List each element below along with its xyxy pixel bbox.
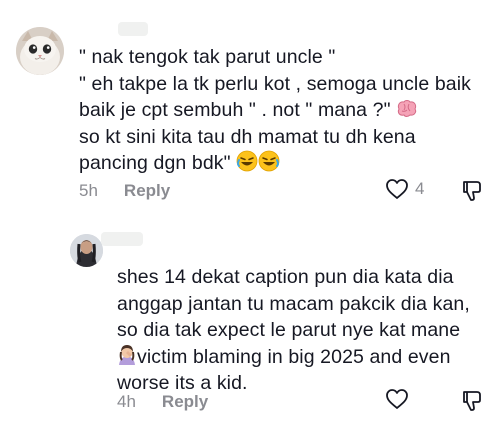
- comment-line: so kt sini kita tau dh mamat tu dh kena: [79, 125, 416, 148]
- laughing-emoji-icon: [236, 150, 258, 172]
- comment-text: " nak tengok tak parut uncle " " eh takp…: [79, 44, 471, 177]
- comment-meta: 4h Reply: [117, 392, 208, 412]
- like-count: 4: [415, 179, 425, 198]
- comment-line: victim blaming in big 2025 and even: [137, 345, 451, 368]
- comment-line-with-emoji: baik je cpt sembuh " . not " mana ?": [79, 97, 471, 124]
- user-avatar-icon: [70, 234, 103, 267]
- comment-line: " eh takpe la tk perlu kot , semoga uncl…: [79, 72, 471, 95]
- comment-line: shes 14 dekat caption pun dia kata dia: [117, 266, 454, 288]
- comment-text: shes 14 dekat caption pun dia kata dia a…: [117, 264, 470, 397]
- comment-line-with-emoji: pancing dgn bdk": [79, 150, 471, 177]
- like-button[interactable]: 4: [385, 178, 424, 200]
- comment-2: shes 14 dekat caption pun dia kata dia a…: [0, 210, 500, 424]
- brain-emoji-icon: [398, 100, 417, 117]
- thumbs-down-icon: [463, 181, 481, 201]
- reply-button[interactable]: Reply: [162, 392, 208, 412]
- woman-facepalming-emoji-icon: [119, 344, 135, 365]
- reply-button[interactable]: Reply: [124, 181, 170, 201]
- laughing-emoji-icon: [258, 150, 280, 172]
- dislike-button[interactable]: [459, 179, 483, 208]
- comment-line: so dia tak expect le parut nye kat mane: [117, 319, 461, 341]
- thumbs-down-icon: [463, 391, 481, 411]
- comment-line: anggap jantan tu macam pakcik dia kan,: [117, 292, 470, 315]
- heart-icon: [386, 389, 408, 409]
- username[interactable]: [118, 22, 148, 36]
- like-button[interactable]: [385, 388, 415, 410]
- comment-line: " nak tengok tak parut uncle ": [79, 46, 336, 68]
- comment-line: pancing dgn bdk": [79, 152, 231, 174]
- dislike-button[interactable]: [459, 389, 483, 418]
- username[interactable]: [101, 232, 143, 246]
- comment-meta: 5h Reply: [79, 181, 170, 201]
- comment-1: " nak tengok tak parut uncle " " eh takp…: [0, 0, 500, 210]
- avatar[interactable]: [16, 27, 64, 75]
- timestamp: 5h: [79, 181, 98, 200]
- heart-icon: [386, 179, 408, 199]
- avatar[interactable]: [70, 234, 103, 267]
- comment-line: baik je cpt sembuh " . not " mana ?": [79, 99, 391, 121]
- timestamp: 4h: [117, 392, 136, 411]
- comment-line-with-emoji: victim blaming in big 2025 and even: [117, 344, 470, 371]
- cat-avatar-icon: [16, 27, 64, 75]
